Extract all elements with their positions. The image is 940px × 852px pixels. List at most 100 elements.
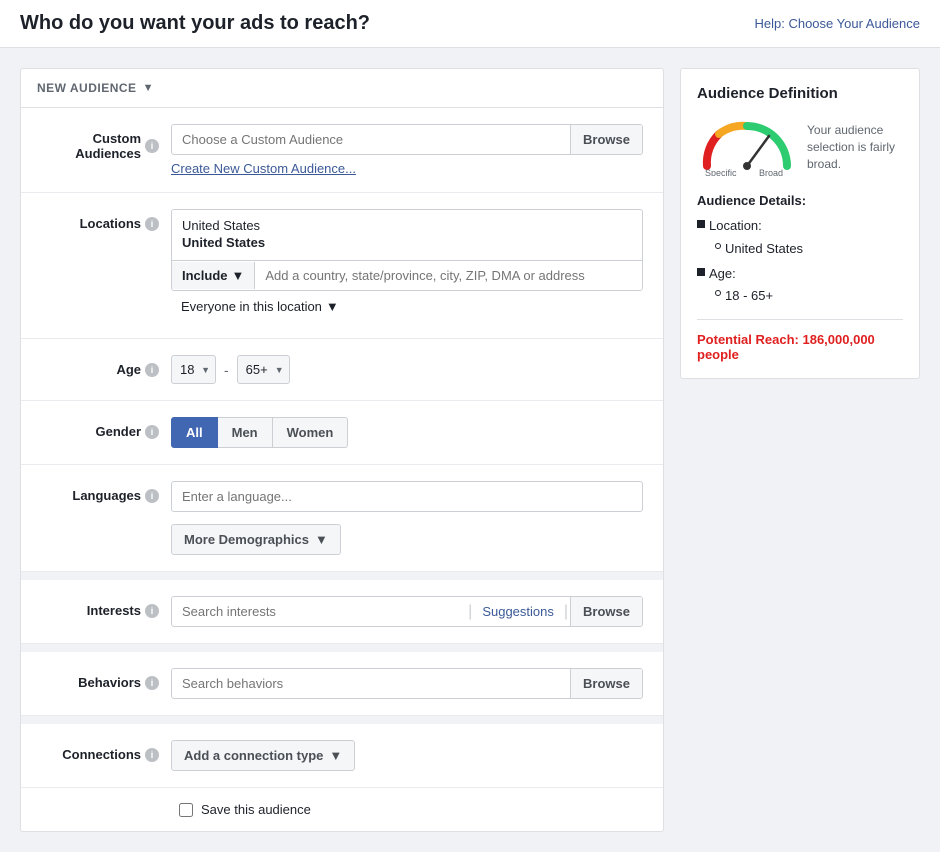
detail-location: Location: (697, 216, 903, 237)
languages-row: Languages i (41, 481, 643, 512)
connection-dropdown-arrow: ▼ (329, 748, 342, 763)
more-demographics-control: More Demographics ▼ (171, 512, 643, 555)
age-max-select[interactable]: 18 19 20 21 25 30 35 40 45 50 (238, 356, 289, 383)
languages-label: Languages i (41, 481, 171, 503)
detail-age: Age: (697, 264, 903, 285)
gender-women-btn[interactable]: Women (273, 417, 349, 448)
audience-definition-panel: Audience Definition (680, 68, 920, 379)
left-panel: NEW AUDIENCE ▼ Custom Audiences i Browse (20, 68, 664, 832)
audience-type-bar[interactable]: NEW AUDIENCE ▼ (21, 69, 663, 108)
behaviors-row: Behaviors i Browse (41, 668, 643, 699)
interests-browse-btn[interactable]: Browse (570, 597, 642, 626)
connections-info-icon[interactable]: i (145, 748, 159, 762)
location-input-row: Include ▼ (172, 260, 642, 290)
more-demographics-row: More Demographics ▼ (41, 512, 643, 555)
age-dash: - (224, 362, 229, 378)
create-custom-audience-link[interactable]: Create New Custom Audience... (171, 161, 643, 176)
detail-location-value: United States (715, 239, 903, 260)
age-max-wrapper: 18 19 20 21 25 30 35 40 45 50 (237, 355, 290, 384)
age-label: Age i (41, 355, 171, 377)
audience-type-dropdown-arrow: ▼ (143, 82, 154, 94)
main-content: NEW AUDIENCE ▼ Custom Audiences i Browse (0, 48, 940, 852)
age-info-icon[interactable]: i (145, 363, 159, 377)
audience-details-title: Audience Details: (697, 193, 903, 208)
behaviors-browse-btn[interactable]: Browse (570, 669, 642, 698)
interests-divider2: | (564, 603, 568, 621)
interests-input-row: | Suggestions | Browse (171, 596, 643, 627)
behaviors-control: Browse (171, 668, 643, 699)
custom-audience-input[interactable] (172, 125, 570, 154)
interests-divider: | (468, 603, 472, 621)
connection-type-dropdown[interactable]: Add a connection type ▼ (171, 740, 355, 771)
everyone-in-location-row[interactable]: Everyone in this location ▼ (171, 291, 643, 322)
sub-circle-age (715, 290, 721, 296)
interests-control: | Suggestions | Browse (171, 596, 643, 627)
gender-men-btn[interactable]: Men (218, 417, 273, 448)
custom-audiences-info-icon[interactable]: i (145, 139, 159, 153)
custom-audiences-browse-btn[interactable]: Browse (570, 125, 642, 154)
page-wrapper: Who do you want your ads to reach? Help:… (0, 0, 940, 852)
age-selectors-row: 18 19 20 21 25 30 35 40 45 50 (171, 355, 643, 384)
include-dropdown[interactable]: Include ▼ (172, 262, 255, 289)
interests-separator (21, 572, 663, 580)
behaviors-separator (21, 644, 663, 652)
age-min-wrapper: 18 19 20 21 25 30 35 40 45 50 (171, 355, 216, 384)
location-country-light: United States (182, 218, 632, 233)
gender-info-icon[interactable]: i (145, 425, 159, 439)
interests-info-icon[interactable]: i (145, 604, 159, 618)
custom-audiences-label: Custom Audiences i (41, 124, 171, 161)
save-audience-row: Save this audience (21, 788, 663, 831)
svg-text:Specific: Specific (705, 168, 737, 176)
svg-text:Broad: Broad (759, 168, 783, 176)
interests-search-input[interactable] (172, 597, 466, 626)
audience-details-list: Location: United States Age: 18 - 65+ (697, 216, 903, 307)
everyone-dropdown-arrow: ▼ (326, 299, 339, 314)
languages-input[interactable] (171, 481, 643, 512)
connections-section: Connections i Add a connection type ▼ (21, 724, 663, 788)
gauge-container: Specific Broad Your audience selection i… (697, 116, 903, 179)
page-header: Who do you want your ads to reach? Help:… (0, 0, 940, 48)
languages-info-icon[interactable]: i (145, 489, 159, 503)
locations-info-icon[interactable]: i (145, 217, 159, 231)
help-link[interactable]: Help: Choose Your Audience (754, 16, 920, 31)
gender-buttons-row: All Men Women (171, 417, 643, 448)
location-search-input[interactable] (255, 261, 642, 290)
locations-label: Locations i (41, 209, 171, 231)
sub-circle-location (715, 243, 721, 249)
connections-control: Add a connection type ▼ (171, 740, 643, 771)
audience-definition-title: Audience Definition (697, 85, 903, 102)
interests-suggestions-link[interactable]: Suggestions (474, 597, 562, 626)
age-min-select[interactable]: 18 19 20 21 25 30 35 40 45 50 (172, 356, 215, 383)
location-country-bold: United States (182, 233, 632, 252)
behaviors-info-icon[interactable]: i (145, 676, 159, 690)
age-section: Age i 18 19 20 21 25 (21, 339, 663, 401)
more-demographics-arrow: ▼ (315, 532, 328, 547)
potential-reach: Potential Reach: 186,000,000 people (697, 332, 903, 362)
save-audience-checkbox[interactable] (179, 803, 193, 817)
connections-separator (21, 716, 663, 724)
more-demographics-btn[interactable]: More Demographics ▼ (171, 524, 341, 555)
interests-row: Interests i | Suggestions | Browse (41, 596, 643, 627)
behaviors-search-input[interactable] (172, 669, 570, 698)
save-audience-label[interactable]: Save this audience (201, 802, 311, 817)
gender-row: Gender i All Men Women (41, 417, 643, 448)
audience-details-divider (697, 319, 903, 320)
gender-section: Gender i All Men Women (21, 401, 663, 465)
behaviors-input-row: Browse (171, 668, 643, 699)
location-selected: United States United States (172, 210, 642, 260)
gender-control: All Men Women (171, 417, 643, 448)
locations-row: Locations i United States United States … (41, 209, 643, 322)
connections-label: Connections i (41, 740, 171, 762)
location-box: United States United States Include ▼ (171, 209, 643, 291)
connections-row: Connections i Add a connection type ▼ (41, 740, 643, 771)
locations-section: Locations i United States United States … (21, 193, 663, 339)
gender-all-btn[interactable]: All (171, 417, 218, 448)
behaviors-label: Behaviors i (41, 668, 171, 690)
interests-label: Interests i (41, 596, 171, 618)
audience-type-label: NEW AUDIENCE (37, 81, 137, 95)
custom-audiences-section: Custom Audiences i Browse Create New Cus… (21, 108, 663, 193)
custom-audiences-control: Browse Create New Custom Audience... (171, 124, 643, 176)
behaviors-section: Behaviors i Browse (21, 652, 663, 716)
bullet-age (697, 268, 705, 276)
gauge-description: Your audience selection is fairly broad. (807, 122, 903, 172)
